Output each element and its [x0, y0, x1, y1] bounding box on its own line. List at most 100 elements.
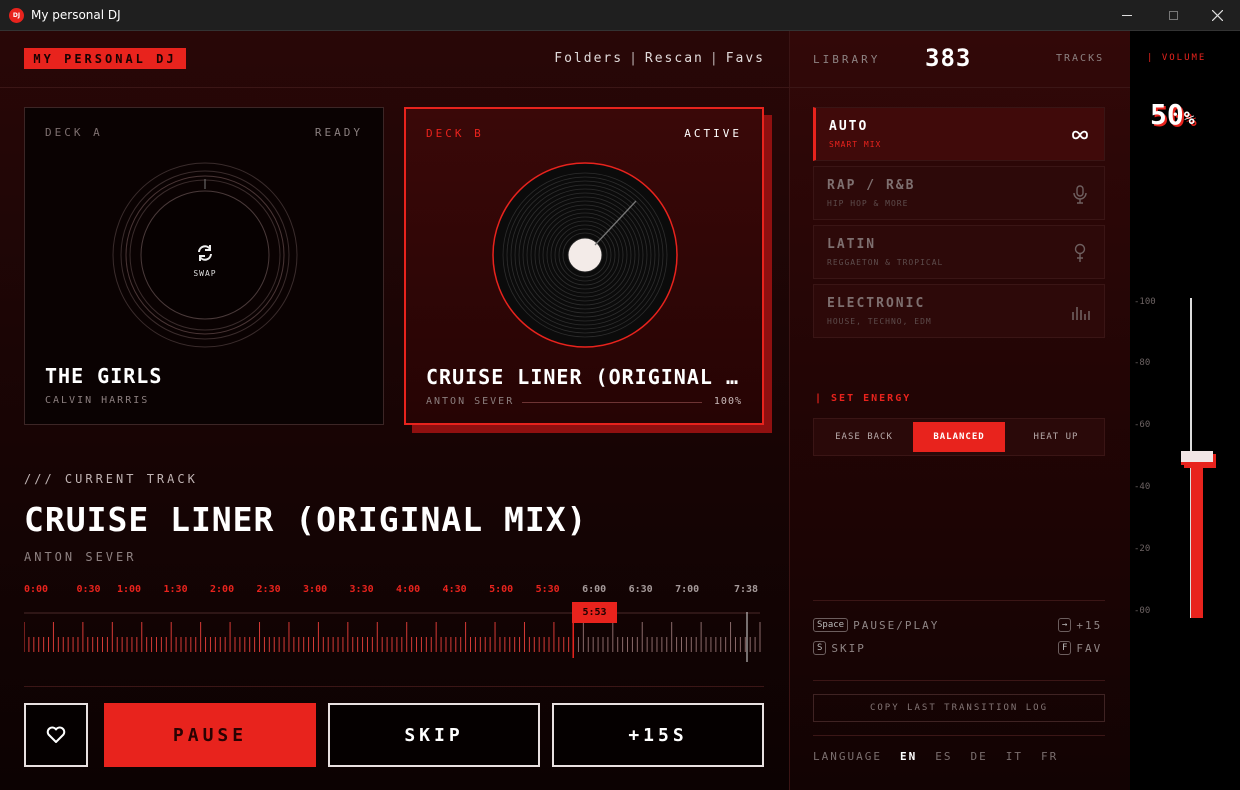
- deck-b-title: CRUISE LINER (ORIGINAL MI…: [426, 365, 746, 389]
- library-unit: TRACKS: [1056, 53, 1105, 64]
- lang-es[interactable]: ES: [935, 750, 952, 763]
- maraca-icon: [1074, 243, 1086, 262]
- energy-label: | SET ENERGY: [815, 393, 912, 404]
- language-selector: LANGUAGE EN ES DE IT FR: [813, 750, 1076, 763]
- swap-icon: [198, 245, 212, 261]
- volume-fill: [1191, 458, 1203, 618]
- current-track-title: CRUISE LINER (ORIGINAL MIX): [24, 500, 588, 539]
- timeline-tick-label: 1:30: [163, 584, 188, 595]
- key-s: S: [813, 641, 827, 655]
- mode-electronic[interactable]: ELECTRONIC HOUSE, TECHNO, EDM: [813, 284, 1105, 338]
- timeline-tick-label: 0:30: [76, 584, 101, 595]
- nav-rescan[interactable]: Rescan: [645, 51, 704, 66]
- timeline-tick-label: 4:00: [396, 584, 421, 595]
- volume-panel: [1130, 31, 1240, 790]
- copy-log-button[interactable]: COPY LAST TRANSITION LOG: [813, 694, 1105, 722]
- title-bar: DJ My personal DJ: [0, 0, 1240, 31]
- mode-sub: REGGAETON & TROPICAL: [827, 258, 944, 267]
- key-arrow: →: [1058, 618, 1072, 632]
- library-label: LIBRARY: [813, 53, 881, 66]
- controls-divider: [24, 686, 764, 687]
- header-divider: [0, 87, 789, 88]
- energy-ease-back[interactable]: EASE BACK: [816, 422, 912, 452]
- nav-separator: |: [709, 51, 720, 66]
- shortcut-pause: Space PAUSE/PLAY: [813, 618, 939, 632]
- infinity-icon: [1072, 130, 1088, 140]
- plus15-button[interactable]: +15S: [552, 703, 764, 767]
- shortcut-skip: S SKIP: [813, 641, 866, 655]
- shortcut-label: +15: [1076, 618, 1103, 632]
- mode-rap[interactable]: RAP / R&B HIP HOP & MORE: [813, 166, 1105, 220]
- timeline-tick-label: 4:30: [442, 584, 467, 595]
- timeline-tick-label: 1:00: [117, 584, 142, 595]
- timeline-tick-label: 3:30: [349, 584, 374, 595]
- equalizer-icon: [1072, 307, 1090, 320]
- mode-name: RAP / R&B: [827, 178, 916, 193]
- mode-sub: SMART MIX: [829, 140, 882, 149]
- brand-badge: MY PERSONAL DJ: [24, 48, 186, 69]
- current-track-artist: ANTON SEVER: [24, 550, 137, 564]
- deck-a-title: THE GIRLS: [45, 364, 163, 388]
- volume-number: 50: [1150, 98, 1184, 131]
- mode-sub: HIP HOP & MORE: [827, 199, 909, 208]
- favorite-button[interactable]: [24, 703, 88, 767]
- swap-button[interactable]: SWAP: [190, 243, 220, 278]
- volume-tick: -100: [1134, 297, 1156, 307]
- swap-label: SWAP: [193, 269, 217, 278]
- volume-thumb[interactable]: [1181, 451, 1213, 465]
- shortcut-fav: F FAV: [1058, 641, 1102, 655]
- lang-fr[interactable]: FR: [1041, 750, 1058, 763]
- deck-a-label: DECK A: [45, 126, 103, 139]
- window-title: My personal DJ: [31, 8, 121, 22]
- deck-b-label: DECK B: [426, 127, 484, 140]
- nav-folders[interactable]: Folders: [554, 51, 623, 66]
- library-count: 383: [925, 44, 972, 72]
- microphone-icon: [1073, 185, 1087, 204]
- lang-en[interactable]: EN: [900, 750, 917, 763]
- playhead-time[interactable]: 5:53: [572, 602, 617, 623]
- timeline-tick-label: 6:30: [628, 584, 653, 595]
- key-space: Space: [813, 618, 849, 632]
- lang-de[interactable]: DE: [970, 750, 987, 763]
- deck-b[interactable]: DECK B ACTIVE CRUISE LINER (ORIGINAL MI……: [404, 107, 764, 425]
- close-icon: [1211, 10, 1223, 21]
- pause-button[interactable]: PAUSE: [104, 703, 316, 767]
- timeline-tick-label: 5:00: [489, 584, 514, 595]
- volume-tick: -80: [1134, 358, 1151, 368]
- volume-label: | VOLUME: [1147, 53, 1207, 63]
- volume-unit: %: [1183, 108, 1195, 129]
- minimize-icon: [1122, 15, 1132, 16]
- nav-separator: |: [629, 51, 639, 66]
- energy-balanced[interactable]: BALANCED: [913, 422, 1005, 452]
- timeline[interactable]: [24, 612, 764, 664]
- mode-name: LATIN: [827, 237, 877, 252]
- maximize-button[interactable]: [1150, 0, 1196, 31]
- language-label: LANGUAGE: [813, 750, 882, 763]
- lang-it[interactable]: IT: [1006, 750, 1023, 763]
- close-button[interactable]: [1194, 0, 1240, 31]
- deck-a[interactable]: DECK A READY SWAP THE GIRLS CALVIN HARRI…: [24, 107, 384, 425]
- timeline-tick-label: 5:30: [535, 584, 560, 595]
- energy-heat-up[interactable]: HEAT UP: [1008, 422, 1104, 452]
- timeline-tick-label: 7:38: [734, 584, 759, 595]
- top-nav: Folders | Rescan | Favs: [530, 51, 765, 66]
- timeline-tick-label: 2:30: [256, 584, 281, 595]
- maximize-icon: [1168, 11, 1178, 20]
- timeline-tick-label: 7:00: [675, 584, 700, 595]
- minimize-button[interactable]: [1104, 0, 1150, 31]
- deck-b-vinyl: [492, 162, 678, 348]
- volume-tick: -00: [1134, 606, 1151, 616]
- mode-name: ELECTRONIC: [827, 296, 926, 311]
- timeline-tick-label: 3:00: [303, 584, 328, 595]
- nav-favs[interactable]: Favs: [726, 51, 765, 66]
- shortcut-label: PAUSE/PLAY: [853, 618, 940, 632]
- volume-value: 50%: [1150, 98, 1195, 131]
- key-f: F: [1058, 641, 1072, 655]
- timeline-tick-label: 6:00: [582, 584, 607, 595]
- mode-latin[interactable]: LATIN REGGAETON & TROPICAL: [813, 225, 1105, 279]
- shortcuts-divider-bottom: [813, 680, 1105, 681]
- deck-b-progress: 100%: [713, 396, 742, 407]
- shortcut-plus15: → +15: [1058, 618, 1102, 632]
- skip-button[interactable]: SKIP: [328, 703, 540, 767]
- mode-auto[interactable]: AUTO SMART MIX: [813, 107, 1105, 161]
